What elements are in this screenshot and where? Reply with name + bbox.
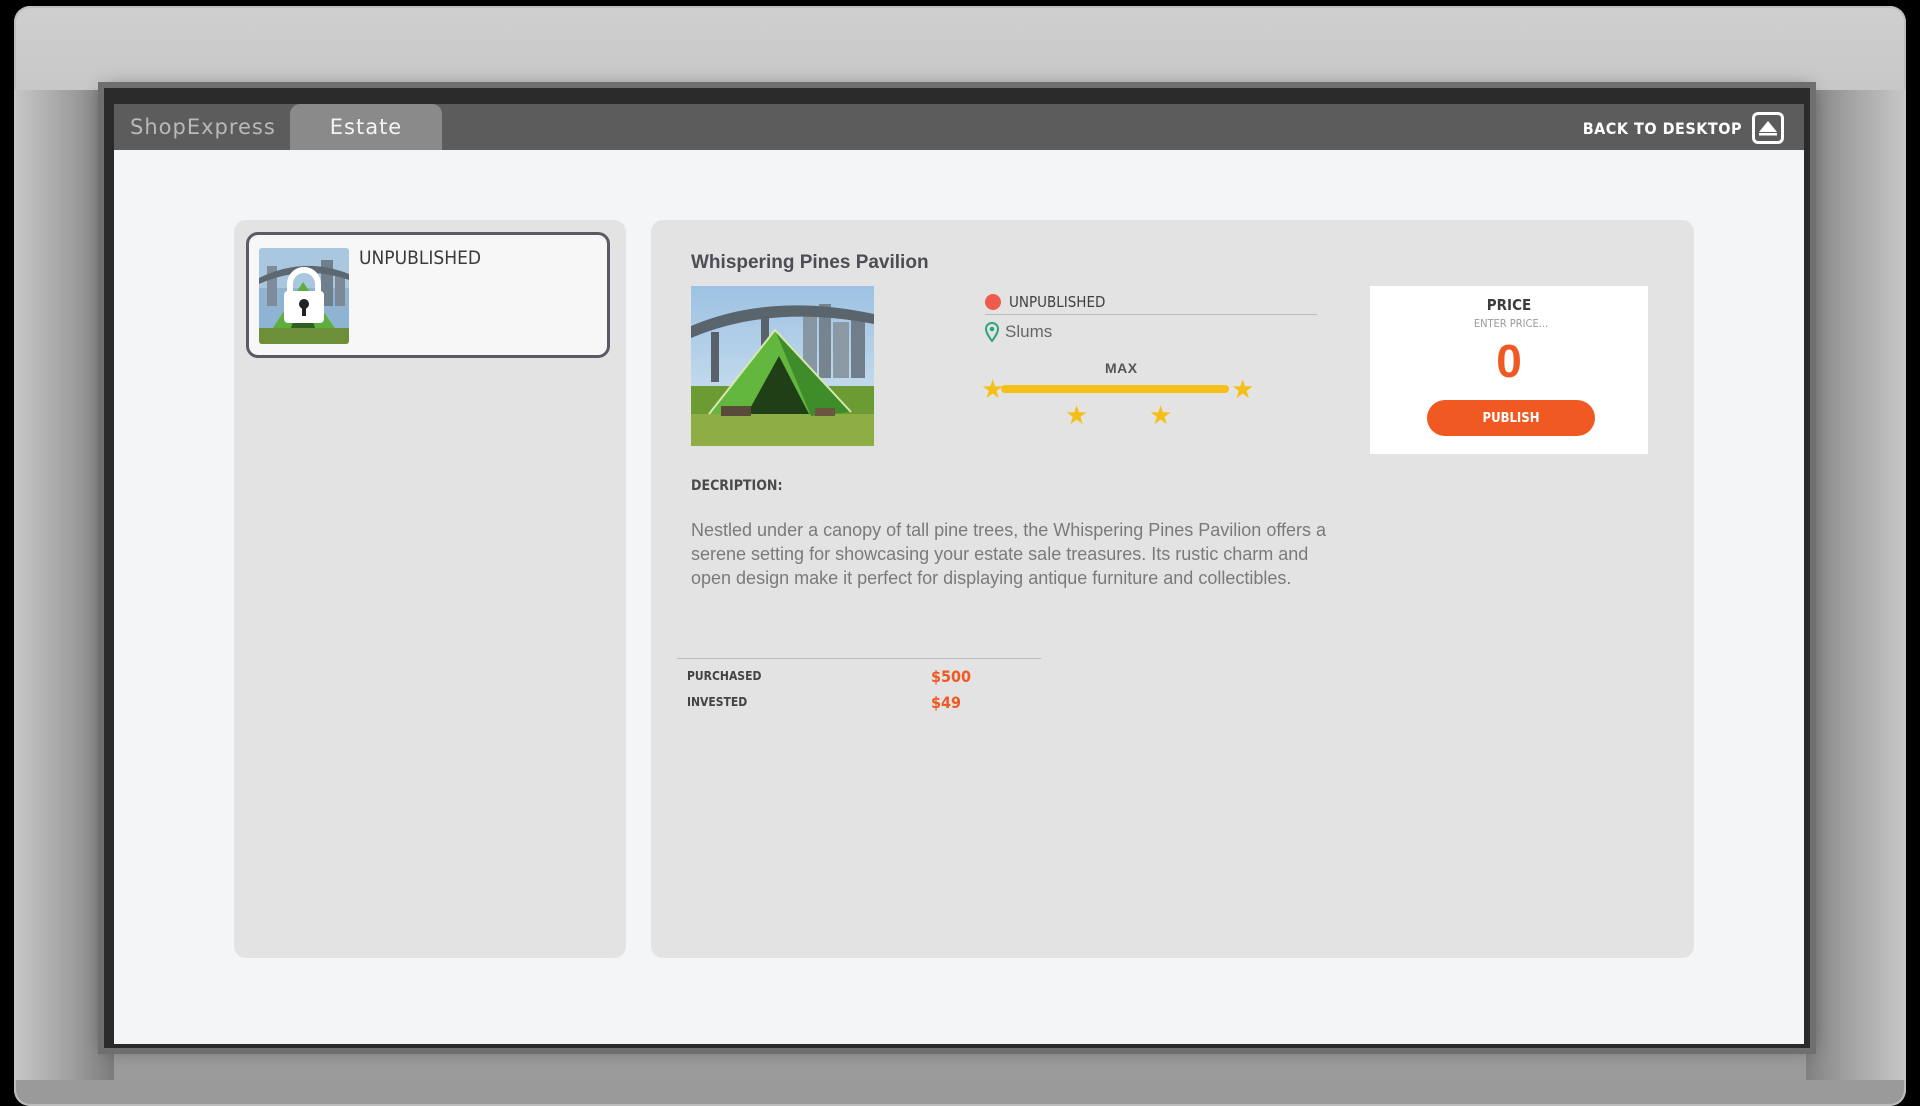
price-input[interactable] — [1424, 314, 1598, 332]
price-box: PRICE 0 PUBLISH — [1370, 286, 1648, 454]
property-location-row: Slums — [985, 322, 1052, 342]
property-image — [691, 286, 874, 446]
price-label: PRICE — [1486, 296, 1532, 314]
estate-content: UNPUBLISHED Whispering Pines Pavilion UN… — [114, 150, 1804, 1044]
stat-row-invested: INVESTED $49 — [677, 689, 1041, 715]
eject-icon — [1752, 112, 1784, 144]
property-description: Nestled under a canopy of tall pine tree… — [691, 520, 1327, 588]
location-pin-icon — [985, 322, 999, 342]
star-icon: ★ — [1065, 400, 1089, 430]
listing-card[interactable]: UNPUBLISHED — [246, 232, 610, 358]
listing-status-label: UNPUBLISHED — [359, 247, 482, 269]
stat-label: PURCHASED — [687, 669, 762, 683]
stat-row-purchased: PURCHASED $500 — [677, 663, 1041, 689]
rating-bar — [1001, 385, 1229, 393]
back-to-desktop-label: BACK TO DESKTOP — [1582, 118, 1742, 138]
monitor-screen: ShopExpress Estate BACK TO DESKTOP UNPUB… — [114, 104, 1804, 1044]
publish-button[interactable]: PUBLISH — [1427, 400, 1595, 436]
tab-shopexpress[interactable]: ShopExpress — [130, 104, 276, 150]
stat-value: $500 — [931, 666, 972, 686]
tab-estate[interactable]: Estate — [290, 104, 442, 150]
lock-icon — [284, 267, 324, 323]
stat-label: INVESTED — [687, 695, 748, 709]
back-to-desktop-button[interactable]: BACK TO DESKTOP — [1583, 110, 1784, 146]
status-dot-icon — [985, 294, 1001, 310]
monitor-bezel-right — [1806, 90, 1906, 1080]
star-icon: ★ — [1149, 400, 1173, 430]
description-label: DECRIPTION: — [691, 478, 783, 494]
property-status: UNPUBLISHED — [1009, 293, 1106, 311]
property-detail-panel: Whispering Pines Pavilion UNPUBLISHED Sl… — [651, 220, 1694, 958]
listing-thumbnail — [259, 248, 349, 344]
star-icon: ★ — [1231, 374, 1255, 404]
app-topbar: ShopExpress Estate BACK TO DESKTOP — [114, 104, 1804, 150]
property-status-row: UNPUBLISHED — [985, 290, 1317, 315]
monitor-bezel-left — [14, 90, 114, 1080]
property-title: Whispering Pines Pavilion — [691, 252, 929, 273]
stat-value: $49 — [931, 692, 962, 712]
property-rating: ★ ★ ★ ★ — [981, 368, 1261, 428]
star-icon: ★ — [981, 374, 1005, 404]
price-value: 0 — [1496, 335, 1522, 387]
property-location: Slums — [1005, 322, 1053, 341]
property-stats: PURCHASED $500 INVESTED $49 — [677, 658, 1041, 715]
listings-panel: UNPUBLISHED — [234, 220, 626, 958]
